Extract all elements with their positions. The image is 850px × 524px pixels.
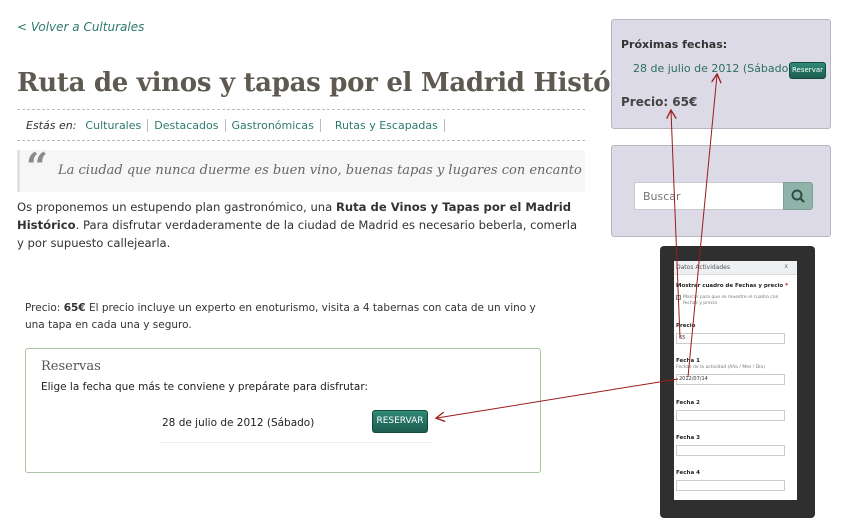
fecha1-label: Fecha 1 <box>676 358 700 364</box>
category-link-destacados[interactable]: Destacados <box>148 119 226 132</box>
fecha4-input[interactable] <box>676 480 785 491</box>
fecha1-value: 2012/07/14 <box>679 376 708 382</box>
search-widget <box>611 145 831 237</box>
category-link-gastronomicas[interactable]: Gastronómicas <box>226 119 321 132</box>
admin-form-screen: Datos Actividades x Mostrar cuadro de Fe… <box>674 261 797 500</box>
reservations-box: Reservas Elige la fecha que más te convi… <box>25 348 541 473</box>
admin-price-label: Precio <box>676 323 696 329</box>
category-breadcrumb: Estás en: Culturales Destacados Gastronó… <box>26 119 445 132</box>
admin-panel-header: Datos Actividades x <box>674 261 797 275</box>
intro-text-b: . Para disfrutar verdaderamente de la ci… <box>17 218 578 250</box>
title-divider <box>17 109 585 110</box>
search-input[interactable] <box>634 182 786 210</box>
fecha3-label: Fecha 3 <box>676 435 700 441</box>
show-box-label: Mostrar cuadro de Fechas y precio * <box>676 283 788 289</box>
quote-text: La ciudad que nunca duerme es buen vino,… <box>58 163 582 178</box>
fecha1-help: Fechas de la actividad (Año / Mes / Día) <box>676 365 765 370</box>
categories-label: Estás en: <box>26 119 77 132</box>
search-icon <box>791 189 805 203</box>
categories-divider <box>17 140 585 141</box>
reserve-button[interactable]: RESERVAR <box>372 410 428 433</box>
sidebar-price: Precio: 65€ <box>621 95 698 109</box>
admin-price-input[interactable]: 65 <box>676 333 785 344</box>
category-link-rutas[interactable]: Rutas y Escapadas <box>329 119 445 132</box>
reservations-subtitle: Elige la fecha que más te conviene y pre… <box>41 381 369 393</box>
reservations-title: Reservas <box>41 359 101 374</box>
checkbox-help-line-1: Marcar para que se muestre el cuadro con <box>683 295 779 300</box>
next-dates-title: Próximas fechas: <box>621 38 728 51</box>
back-to-culturales-link[interactable]: < Volver a Culturales <box>17 20 144 34</box>
intro-paragraph: Os proponemos un estupendo plan gastronó… <box>17 198 587 252</box>
required-mark: * <box>785 283 788 289</box>
admin-panel-title: Datos Actividades <box>676 264 730 271</box>
price-label: Precio: <box>25 302 64 314</box>
fecha4-label: Fecha 4 <box>676 470 700 476</box>
search-button[interactable] <box>783 182 813 210</box>
show-box-label-text: Mostrar cuadro de Fechas y precio <box>676 283 784 289</box>
intro-text-a: Os proponemos un estupendo plan gastronó… <box>17 200 336 214</box>
price-paragraph: Precio: 65€ El precio incluye un experto… <box>25 300 545 334</box>
admin-tablet-mockup: Datos Actividades x Mostrar cuadro de Fe… <box>660 246 815 518</box>
fecha3-input[interactable] <box>676 445 785 456</box>
reservation-divider <box>160 442 432 443</box>
quote-icon: “ <box>26 144 48 189</box>
next-dates-widget: Próximas fechas: 28 de julio de 2012 (Sá… <box>611 19 831 129</box>
sidebar-reserve-button[interactable]: Reservar <box>789 62 826 79</box>
fecha2-label: Fecha 2 <box>676 400 700 406</box>
reservation-date: 28 de julio de 2012 (Sábado) <box>162 417 315 429</box>
page-title: Ruta de vinos y tapas por el Madrid Hist… <box>17 68 666 98</box>
fecha1-input[interactable]: 2012/07/14 <box>676 374 785 385</box>
price-description: El precio incluye un experto en enoturis… <box>25 302 536 331</box>
category-link-culturales[interactable]: Culturales <box>85 119 149 132</box>
next-date-item: 28 de julio de 2012 (Sábado) <box>633 62 793 75</box>
fecha2-input[interactable] <box>676 410 785 421</box>
show-box-checkbox[interactable] <box>676 295 681 300</box>
pull-quote: “ La ciudad que nunca duerme es buen vin… <box>17 144 585 192</box>
close-icon[interactable]: x <box>784 263 788 270</box>
checkbox-help-line-2: fechas y precio <box>683 301 718 306</box>
admin-price-value: 65 <box>679 335 686 341</box>
price-value: 65€ <box>63 302 86 314</box>
